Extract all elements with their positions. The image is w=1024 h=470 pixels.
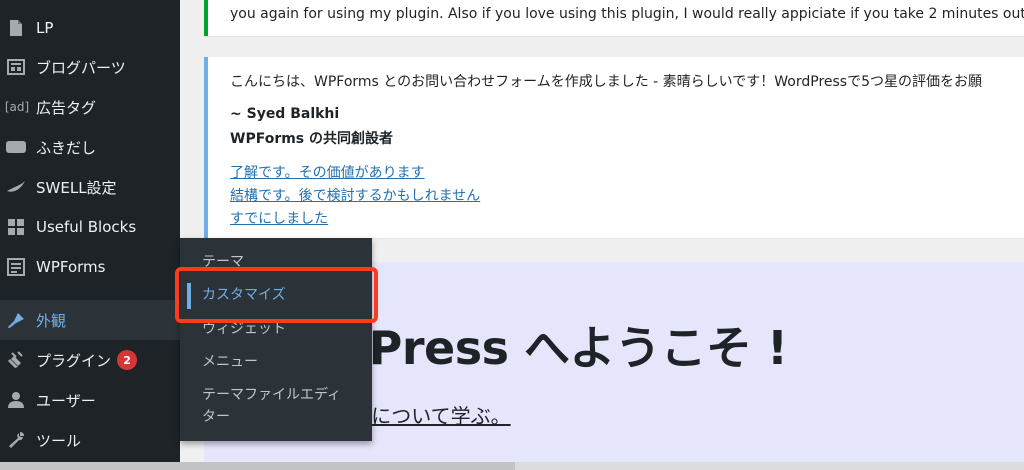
sidebar-item-label: ツール <box>36 431 82 450</box>
sidebar-item-label: Useful Blocks <box>36 218 137 236</box>
wpforms-review-notice: こんにちは、WPForms とのお問い合わせフォームを作成しました - 素晴らし… <box>204 57 1024 238</box>
page-icon <box>4 16 28 40</box>
review-later-link[interactable]: 結構です。後で検討するかもしれません <box>230 185 480 205</box>
signature-title: WPForms の共同創設者 <box>230 131 394 147</box>
signature-name: ~ Syed Balkhi <box>230 106 340 122</box>
sidebar-item-label: 外観 <box>36 311 67 330</box>
update-count-badge: 2 <box>117 350 138 370</box>
notice-text: you again for using my plugin. Also if y… <box>230 6 1024 22</box>
sidebar-item-blog-parts[interactable]: ブログパーツ <box>0 47 180 87</box>
sidebar-item-wpforms[interactable]: WPForms <box>0 247 180 287</box>
layout-icon <box>4 55 28 79</box>
welcome-title: rdPress へようこそ ! <box>314 321 788 375</box>
sidebar-item-useful-blocks[interactable]: Useful Blocks <box>0 207 180 247</box>
sidebar-item-ad-tag[interactable]: [ad] 広告タグ <box>0 87 180 127</box>
sidebar-item-label: LP <box>36 19 54 37</box>
sidebar-item-lp[interactable]: LP <box>0 8 180 48</box>
sidebar-item-label: WPForms <box>36 258 106 276</box>
user-icon <box>4 388 28 412</box>
sidebar-item-users[interactable]: ユーザー <box>0 380 180 420</box>
review-yes-link[interactable]: 了解です。その価値があります <box>230 162 425 182</box>
sidebar-item-appearance[interactable]: 外観 <box>0 300 180 340</box>
swell-icon <box>4 175 28 199</box>
sidebar-item-label: ふきだし <box>36 138 97 157</box>
notice-text: こんにちは、WPForms とのお問い合わせフォームを作成しました - 素晴らし… <box>230 74 983 90</box>
form-icon <box>4 255 28 279</box>
submenu-item-menus[interactable]: メニュー <box>180 351 372 373</box>
admin-sidebar: LP ブログパーツ [ad] 広告タグ ふきだし SWELL設定 Useful … <box>0 0 180 462</box>
sidebar-item-label: 広告タグ <box>36 98 97 117</box>
sidebar-item-swell-settings[interactable]: SWELL設定 <box>0 167 180 207</box>
submenu-item-theme-file-editor[interactable]: テーマファイルエディター <box>180 384 350 428</box>
horizontal-scrollbar[interactable] <box>0 462 1024 470</box>
plugin-icon <box>4 348 28 372</box>
blocks-grid-icon <box>4 215 28 239</box>
sidebar-item-tools[interactable]: ツール <box>0 420 180 460</box>
scrollbar-thumb[interactable] <box>0 462 515 470</box>
sidebar-item-plugins[interactable]: プラグイン 2 <box>0 340 180 380</box>
sidebar-item-label: SWELL設定 <box>36 178 117 197</box>
sidebar-item-label: プラグイン <box>36 351 112 370</box>
plugin-review-notice: you again for using my plugin. Also if y… <box>204 0 1024 36</box>
paintbrush-icon <box>4 308 28 332</box>
speech-bubble-icon <box>4 135 28 159</box>
sidebar-item-label: ブログパーツ <box>36 58 126 77</box>
ad-icon: [ad] <box>4 100 30 114</box>
sidebar-item-speech-bubble[interactable]: ふきだし <box>0 127 180 167</box>
sidebar-item-label: ユーザー <box>36 391 96 410</box>
highlight-annotation-box <box>175 267 378 323</box>
review-done-link[interactable]: すでにしました <box>230 208 328 228</box>
wrench-icon <box>4 428 28 452</box>
